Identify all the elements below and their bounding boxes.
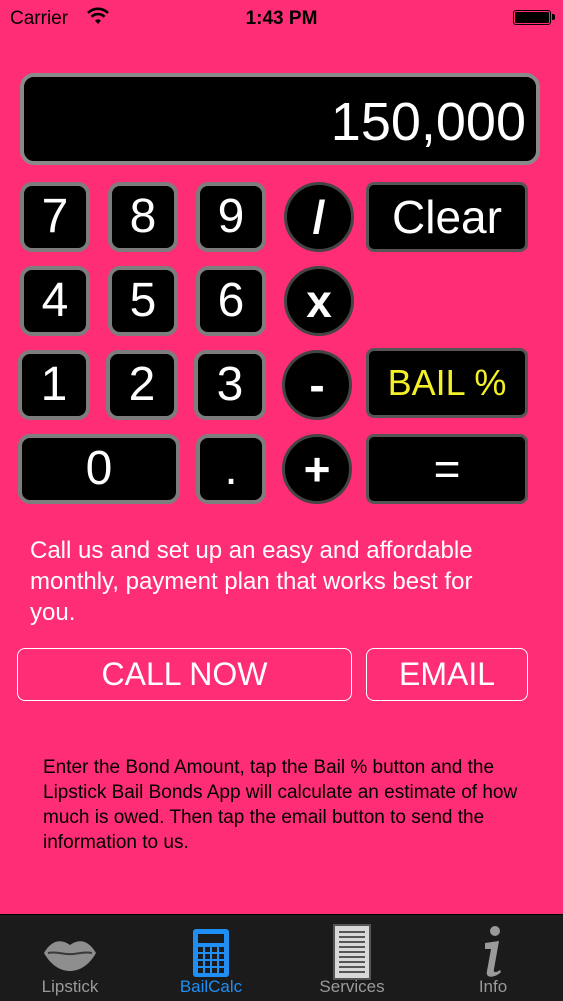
calculator-display: 150,000 xyxy=(20,73,540,165)
tab-services[interactable]: Services xyxy=(282,915,422,1001)
decimal-button[interactable]: . xyxy=(196,434,266,504)
tab-lipstick[interactable]: Lipstick xyxy=(0,915,140,1001)
divide-button[interactable]: / xyxy=(284,182,354,252)
document-icon xyxy=(333,924,371,980)
plus-button[interactable]: + xyxy=(282,434,352,504)
lips-icon xyxy=(44,941,96,971)
tab-label-lipstick: Lipstick xyxy=(41,977,99,996)
instructions-text: Enter the Bond Amount, tap the Bail % bu… xyxy=(43,757,518,853)
key-0[interactable]: 0 xyxy=(18,434,180,504)
tab-label-services: Services xyxy=(319,977,385,996)
key-3[interactable]: 3 xyxy=(194,350,266,420)
payment-plan-text: Call us and set up an easy and affordabl… xyxy=(30,537,473,626)
key-2[interactable]: 2 xyxy=(106,350,178,420)
email-button[interactable]: EMAIL xyxy=(366,648,528,701)
status-bar: Carrier 1:43 PM xyxy=(0,0,563,38)
tab-bailcalc[interactable]: BailCalc xyxy=(141,915,281,1001)
equals-button[interactable]: = xyxy=(366,434,528,504)
info-icon xyxy=(485,926,501,977)
tab-bar: Lipstick BailCalc Services Info xyxy=(0,914,563,1001)
key-6[interactable]: 6 xyxy=(196,266,266,336)
key-8[interactable]: 8 xyxy=(108,182,178,252)
key-7[interactable]: 7 xyxy=(20,182,90,252)
tab-info[interactable]: Info xyxy=(423,915,563,1001)
clear-button[interactable]: Clear xyxy=(366,182,528,252)
key-4[interactable]: 4 xyxy=(20,266,90,336)
key-1[interactable]: 1 xyxy=(18,350,90,420)
bail-percent-button[interactable]: BAIL % xyxy=(366,348,528,418)
tab-label-bailcalc: BailCalc xyxy=(179,977,243,996)
tab-label-info: Info xyxy=(478,977,508,996)
battery-icon xyxy=(513,10,555,25)
clock: 1:43 PM xyxy=(245,8,318,29)
calculator-icon xyxy=(193,929,229,977)
call-now-button[interactable]: CALL NOW xyxy=(17,648,352,701)
key-9[interactable]: 9 xyxy=(196,182,266,252)
key-5[interactable]: 5 xyxy=(108,266,178,336)
minus-button[interactable]: - xyxy=(282,350,352,420)
multiply-button[interactable]: x xyxy=(284,266,354,336)
